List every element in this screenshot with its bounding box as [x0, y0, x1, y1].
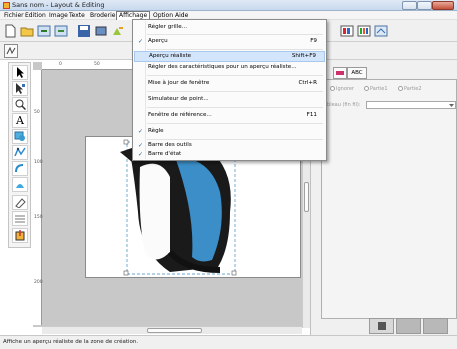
menu-separator [147, 49, 323, 50]
fill-label: tableau (fin fil): [322, 102, 361, 108]
title-bar: Sans nom - Layout & Editing [0, 0, 457, 11]
wizard-icon[interactable] [374, 24, 388, 38]
ruler-label: 50 [34, 110, 40, 115]
radio-part2[interactable]: Partie2 [398, 86, 422, 92]
color-button[interactable] [423, 318, 448, 334]
manual-punch-tool-icon[interactable] [12, 145, 28, 160]
color-palette-icon[interactable] [340, 24, 354, 38]
window-title: Sans nom - Layout & Editing [12, 1, 105, 9]
design-property-icon[interactable] [357, 24, 371, 38]
check-icon: ✓ [138, 128, 144, 135]
menu-separator [147, 123, 323, 124]
arc-tool-icon[interactable] [12, 177, 28, 192]
menu-separator [147, 107, 323, 108]
menu-item-barre-etat[interactable]: ✓ Barre d'état [134, 149, 325, 160]
tab-color[interactable] [333, 67, 347, 79]
affichage-menu: Régler grille... ✓ Aperçu F9 Aperçu réal… [132, 19, 327, 161]
ruler-label: 0 [59, 62, 62, 67]
color-button[interactable] [396, 318, 421, 334]
stitch-tool-icon[interactable] [12, 211, 28, 226]
text-tool-icon[interactable]: A [12, 113, 28, 128]
chevron-down-icon [449, 104, 454, 107]
ruler-label: 50 [94, 62, 100, 67]
export-icon[interactable] [54, 24, 68, 38]
ruler-label: 150 [34, 215, 43, 220]
menu-item-regler-apercu-realiste[interactable]: Régler des caractéristiques pour un aper… [134, 62, 325, 73]
zoom-tool-icon[interactable] [12, 97, 28, 112]
fill-dropdown[interactable] [366, 101, 456, 109]
tool-palette: A [8, 62, 31, 248]
transfer-icon[interactable] [94, 24, 108, 38]
open-folder-icon[interactable] [20, 24, 34, 38]
scrollbar-thumb[interactable] [147, 328, 202, 333]
shape-tool-icon[interactable] [12, 129, 28, 144]
ruler-label: 200 [34, 280, 43, 285]
menu-item-apercu[interactable]: ✓ Aperçu F9 [134, 36, 325, 47]
menu-separator [147, 75, 323, 76]
check-icon: ✓ [138, 38, 144, 45]
status-bar: Affiche un aperçu réaliste de la zone de… [0, 335, 457, 349]
stitch-mode-icon[interactable] [4, 44, 18, 58]
menu-item-mise-a-jour[interactable]: Mise à jour de fenêtre Ctrl+R [134, 78, 325, 89]
maximize-button[interactable] [417, 1, 432, 10]
minimize-button[interactable] [402, 1, 417, 10]
menu-item-simulateur[interactable]: Simulateur de point... [134, 94, 325, 105]
save-icon[interactable] [77, 24, 91, 38]
send-to-card-icon[interactable] [111, 24, 125, 38]
radio-part1[interactable]: Partie1 [364, 86, 388, 92]
ruler-label: 100 [34, 160, 43, 165]
status-text: Affiche un aperçu réaliste de la zone de… [3, 339, 139, 345]
horizontal-scrollbar[interactable] [42, 326, 302, 334]
menu-item-fenetre-reference[interactable]: Fenêtre de référence... F11 [134, 110, 325, 121]
menu-item-regler-grille[interactable]: Régler grille... [134, 22, 325, 33]
menu-separator [147, 91, 323, 92]
menu-separator [147, 34, 323, 35]
embroidery-tool-icon[interactable] [12, 228, 28, 243]
eraser-tool-icon[interactable] [12, 195, 28, 210]
menu-item-regle[interactable]: ✓ Règle [134, 126, 325, 137]
ruler-vertical: 50 100 150 200 [33, 70, 43, 325]
tab-text[interactable]: ABC [347, 67, 367, 79]
point-edit-tool-icon[interactable] [12, 81, 28, 96]
menu-item-apercu-realiste[interactable]: Aperçu réaliste Shift+F9 [134, 51, 325, 62]
menu-texte[interactable]: Texte [67, 11, 87, 20]
color-button[interactable] [369, 318, 394, 334]
select-tool-icon[interactable] [12, 65, 28, 80]
import-icon[interactable] [37, 24, 51, 38]
close-button[interactable] [432, 1, 454, 10]
scrollbar-thumb[interactable] [304, 182, 309, 212]
menu-broderie[interactable]: Broderie [88, 11, 117, 20]
panel-body: Ignorer Partie1 Partie2 tableau (fin fil… [321, 79, 457, 349]
radio-ignore[interactable]: Ignorer [330, 86, 354, 92]
check-icon: ✓ [138, 151, 144, 158]
app-icon [3, 2, 10, 9]
menu-edition[interactable]: Edition [23, 11, 48, 20]
outline-tool-icon[interactable] [12, 161, 28, 176]
attributes-panel: ABC Ignorer Partie1 Partie2 tableau (fin… [310, 60, 457, 349]
new-file-icon[interactable] [3, 24, 17, 38]
